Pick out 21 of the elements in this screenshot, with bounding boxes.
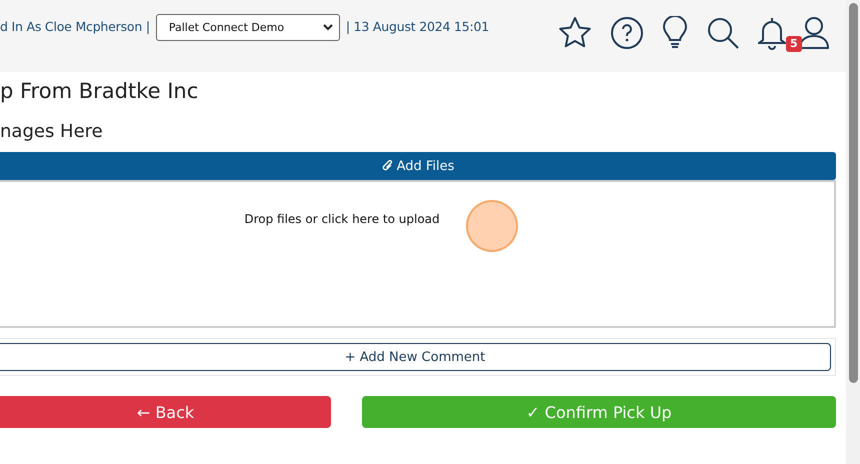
dropzone-text: Drop files or click here to upload <box>244 212 440 228</box>
dropzone[interactable]: Drop files or click here to upload <box>0 180 836 328</box>
scrollbar-thumb[interactable] <box>848 3 858 383</box>
chevron-down-icon <box>322 24 333 31</box>
scrollbar[interactable] <box>846 0 860 464</box>
section-title: nages Here <box>0 120 104 144</box>
star-icon[interactable] <box>558 16 592 50</box>
paperclip-icon <box>382 160 393 172</box>
logged-in-text: d In As Cloe Mcpherson | <box>0 18 150 36</box>
add-files-button[interactable]: Add Files <box>0 152 836 180</box>
search-icon[interactable] <box>706 16 740 50</box>
bell-icon[interactable] <box>758 16 786 50</box>
notification-badge: 5 <box>786 36 802 52</box>
page-title: p From Bradtke Inc <box>0 78 200 105</box>
help-icon[interactable] <box>610 16 644 50</box>
company-select[interactable]: Pallet Connect Demo <box>156 14 340 41</box>
click-highlight <box>466 200 518 252</box>
back-button[interactable]: ← Back <box>0 396 331 428</box>
datetime-text: | 13 August 2024 15:01 <box>346 18 490 36</box>
add-comment-button[interactable]: + Add New Comment <box>0 343 831 371</box>
lightbulb-icon[interactable] <box>662 16 688 50</box>
